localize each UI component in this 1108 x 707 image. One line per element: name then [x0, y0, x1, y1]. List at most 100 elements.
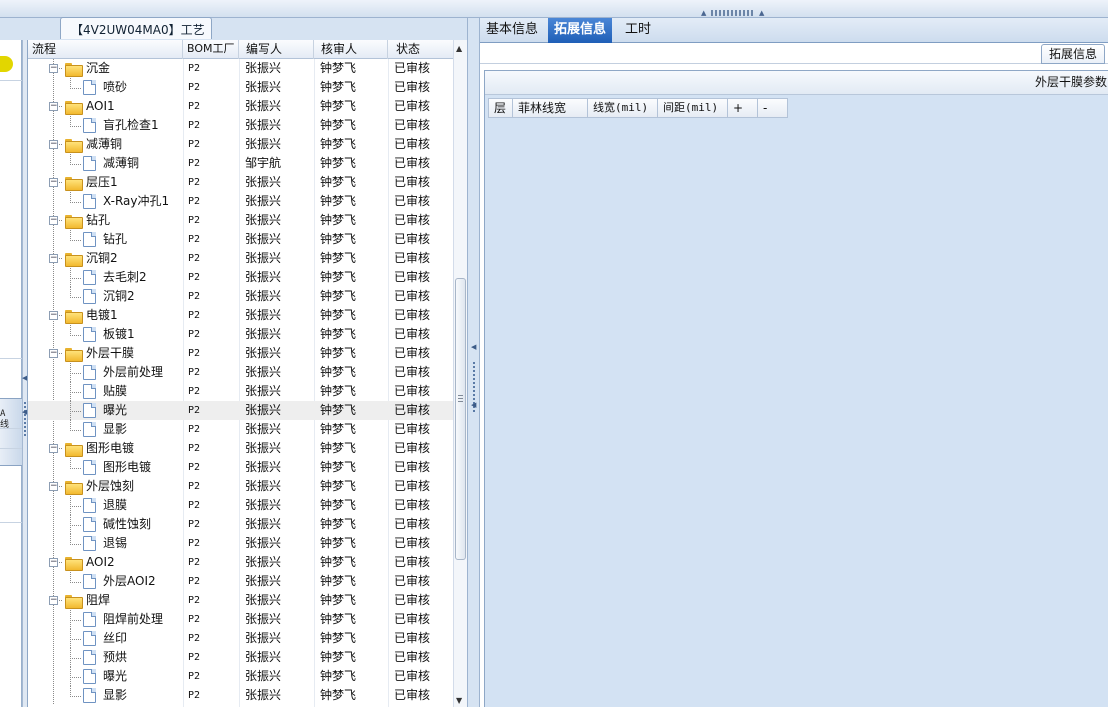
grid-column-spacing-mil[interactable]: 间距(mil)	[658, 99, 728, 117]
scroll-down-icon[interactable]: ▼	[456, 696, 462, 705]
tree-row[interactable]: 退锡 P2 张振兴 钟梦飞 已审核	[28, 534, 453, 553]
vertical-side-tab[interactable]: A线	[0, 398, 22, 466]
collapse-toggle-icon[interactable]: −	[49, 178, 58, 187]
collapse-toggle-icon[interactable]: −	[49, 596, 58, 605]
process-step-name: 喷砂	[103, 80, 128, 94]
column-header-process[interactable]: 流程	[28, 40, 183, 59]
tree-connector-line	[70, 620, 82, 621]
column-header-status[interactable]: 状态	[388, 40, 453, 59]
tree-row[interactable]: 丝印 P2 张振兴 钟梦飞 已审核	[28, 629, 453, 648]
bom-factory-cell: P2	[188, 196, 201, 207]
grid-column-film-line-width[interactable]: 菲林线宽	[513, 99, 588, 117]
tab-extended-info[interactable]: 拓展信息	[548, 18, 613, 43]
tree-row[interactable]: − AOI2 P2 张振兴 钟梦飞 已审核	[28, 553, 453, 572]
tree-row[interactable]: 盲孔检查1 P2 张振兴 钟梦飞 已审核	[28, 116, 453, 135]
collapse-toggle-icon[interactable]: −	[49, 558, 58, 567]
tree-row[interactable]: − 图形电镀 P2 张振兴 钟梦飞 已审核	[28, 439, 453, 458]
tree-row[interactable]: 曝光 P2 张振兴 钟梦飞 已审核	[28, 401, 453, 420]
tree-connector-line	[70, 164, 82, 165]
tree-row[interactable]: − 阻焊 P2 张振兴 钟梦飞 已审核	[28, 591, 453, 610]
tree-row[interactable]: − 电镀1 P2 张振兴 钟梦飞 已审核	[28, 306, 453, 325]
tree-row[interactable]: 显影 P2 张振兴 钟梦飞 已审核	[28, 686, 453, 705]
tree-row[interactable]: 外层前处理 P2 张振兴 钟梦飞 已审核	[28, 363, 453, 382]
tree-row[interactable]: 碱性蚀刻 P2 张振兴 钟梦飞 已审核	[28, 515, 453, 534]
collapse-toggle-icon[interactable]: −	[49, 64, 58, 73]
subtab-extended-info[interactable]: 拓展信息	[1041, 44, 1105, 64]
tree-row[interactable]: 外层AOI2 P2 张振兴 钟梦飞 已审核	[28, 572, 453, 591]
reviewer-cell: 钟梦飞	[320, 555, 357, 569]
column-header-reviewer[interactable]: 核审人	[314, 40, 388, 59]
divider	[0, 80, 22, 81]
reviewer-cell: 钟梦飞	[320, 99, 357, 113]
column-header-bom-factory[interactable]: BOM工厂	[183, 40, 239, 59]
collapse-toggle-icon[interactable]: −	[49, 102, 58, 111]
tree-row[interactable]: 贴膜 P2 张振兴 钟梦飞 已审核	[28, 382, 453, 401]
tree-row[interactable]: X-Ray冲孔1 P2 张振兴 钟梦飞 已审核	[28, 192, 453, 211]
collapse-left-icon[interactable]: ◀	[471, 343, 476, 351]
author-cell: 张振兴	[245, 194, 282, 208]
grid-column-layer[interactable]: 层	[489, 99, 513, 117]
tree-row[interactable]: 显影 P2 张振兴 钟梦飞 已审核	[28, 420, 453, 439]
bom-factory-cell: P2	[188, 595, 201, 606]
collapse-toggle-icon[interactable]: −	[49, 254, 58, 263]
tree-row[interactable]: 预烘 P2 张振兴 钟梦飞 已审核	[28, 648, 453, 667]
bom-factory-cell: P2	[188, 215, 201, 226]
author-cell: 邹宇航	[245, 156, 282, 170]
tree-connector-line	[70, 525, 82, 526]
tree-connector-line	[70, 582, 82, 583]
tree-row[interactable]: − 减薄铜 P2 张振兴 钟梦飞 已审核	[28, 135, 453, 154]
tree-row[interactable]: 曝光 P2 张振兴 钟梦飞 已审核	[28, 667, 453, 686]
collapse-toggle-icon[interactable]: −	[49, 349, 58, 358]
tab-work-hours[interactable]: 工时	[619, 18, 657, 43]
column-header-author[interactable]: 编写人	[239, 40, 314, 59]
collapse-toggle-icon[interactable]: −	[49, 216, 58, 225]
collapse-toggle-icon[interactable]: −	[49, 140, 58, 149]
collapse-toggle-icon[interactable]: −	[49, 311, 58, 320]
tree-row[interactable]: 钻孔 P2 张振兴 钟梦飞 已审核	[28, 230, 453, 249]
collapse-up-icon[interactable]: ▲	[701, 9, 706, 17]
author-cell: 张振兴	[245, 346, 282, 360]
scroll-up-icon[interactable]: ▲	[456, 44, 462, 53]
tree-connector-line	[70, 116, 71, 126]
tree-row[interactable]: − 沉金 P2 张振兴 钟梦飞 已审核	[28, 59, 453, 78]
tree-row[interactable]: − 沉铜2 P2 张振兴 钟梦飞 已审核	[28, 249, 453, 268]
collapse-toggle-icon[interactable]: −	[49, 444, 58, 453]
tree-row[interactable]: 喷砂 P2 张振兴 钟梦飞 已审核	[28, 78, 453, 97]
tree-scrollbar[interactable]: ▲ ▼	[453, 40, 467, 707]
tree-row[interactable]: 板镀1 P2 张振兴 钟梦飞 已审核	[28, 325, 453, 344]
tree-row[interactable]: − 外层干膜 P2 张振兴 钟梦飞 已审核	[28, 344, 453, 363]
tree-row[interactable]: 阻焊前处理 P2 张振兴 钟梦飞 已审核	[28, 610, 453, 629]
author-cell: 张振兴	[245, 422, 282, 436]
tree-row[interactable]: 退膜 P2 张振兴 钟梦飞 已审核	[28, 496, 453, 515]
grid-column-line-width-mil[interactable]: 线宽(mil)	[588, 99, 658, 117]
author-cell: 张振兴	[245, 99, 282, 113]
tree-row[interactable]: − 层压1 P2 张振兴 钟梦飞 已审核	[28, 173, 453, 192]
tree-row[interactable]: − AOI1 P2 张振兴 钟梦飞 已审核	[28, 97, 453, 116]
tree-row[interactable]: − 钻孔 P2 张振兴 钟梦飞 已审核	[28, 211, 453, 230]
remove-row-button[interactable]: -	[758, 99, 787, 117]
scroll-thumb[interactable]	[455, 278, 466, 560]
parameter-group: 外层干膜参数 层 菲林线宽 线宽(mil) 间距(mil) + -	[484, 70, 1108, 707]
add-row-button[interactable]: +	[728, 99, 758, 117]
tree-row[interactable]: − 外层蚀刻 P2 张振兴 钟梦飞 已审核	[28, 477, 453, 496]
document-icon	[83, 384, 96, 399]
collapse-toggle-icon[interactable]: −	[49, 482, 58, 491]
tab-basic-info[interactable]: 基本信息	[480, 18, 544, 43]
author-cell: 张振兴	[245, 232, 282, 246]
tree-row[interactable]: 图形电镀 P2 张振兴 钟梦飞 已审核	[28, 458, 453, 477]
status-cell: 已审核	[394, 536, 431, 550]
process-step-name: 显影	[103, 422, 128, 436]
tree-row[interactable]: 减薄铜 P2 邹宇航 钟梦飞 已审核	[28, 154, 453, 173]
tree-row[interactable]: 去毛刺2 P2 张振兴 钟梦飞 已审核	[28, 268, 453, 287]
tree-row[interactable]: 沉铜2 P2 张振兴 钟梦飞 已审核	[28, 287, 453, 306]
reviewer-cell: 钟梦飞	[320, 213, 357, 227]
subtab-row: 拓展信息	[480, 43, 1108, 64]
splitter-grip[interactable]	[711, 10, 755, 16]
process-step-name: 外层前处理	[103, 365, 164, 379]
process-step-name: 沉铜2	[103, 289, 135, 303]
status-cell: 已审核	[394, 156, 431, 170]
top-splitter-bar[interactable]: ▲ ▲	[0, 0, 1108, 18]
center-splitter[interactable]: ◀ ◀	[467, 18, 480, 707]
expand-up-icon[interactable]: ▲	[759, 9, 764, 17]
expand-left-icon[interactable]: ◀	[471, 401, 476, 409]
